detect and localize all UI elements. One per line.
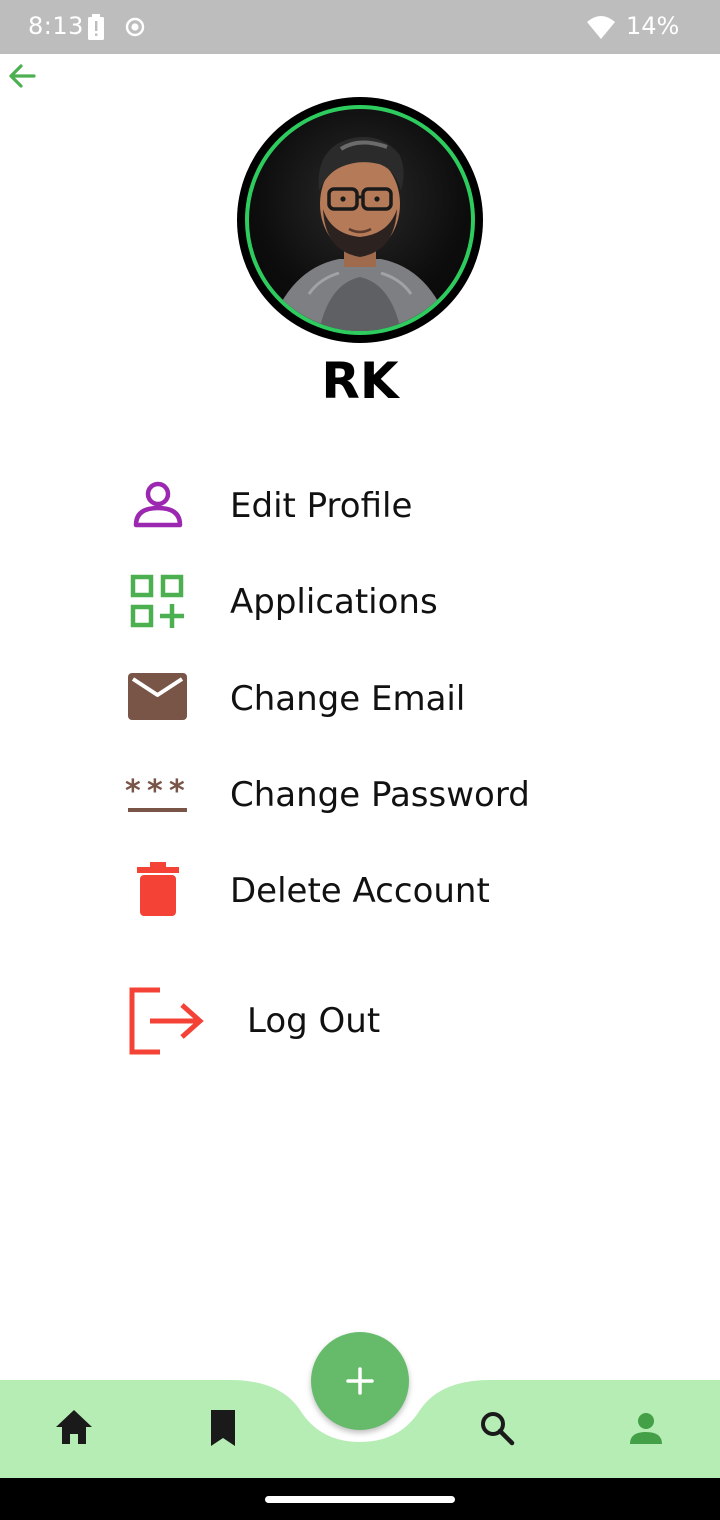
trash-icon xyxy=(137,862,179,916)
delete-account-item[interactable]: Delete Account xyxy=(120,853,600,925)
edit-profile-label: Edit Profile xyxy=(230,486,413,526)
search-icon[interactable] xyxy=(467,1398,527,1458)
person-outline-icon xyxy=(133,481,183,528)
change-password-label: Change Password xyxy=(230,775,530,815)
svg-text:*: * xyxy=(125,774,141,809)
arrow-back-icon[interactable] xyxy=(4,58,40,94)
change-email-item[interactable]: Change Email xyxy=(120,661,600,733)
svg-text:*: * xyxy=(169,774,185,809)
add-icon xyxy=(346,1367,374,1395)
wifi-icon xyxy=(587,16,615,39)
system-navigation-bar xyxy=(0,1478,720,1520)
mail-icon xyxy=(128,673,187,720)
password-icon: * * * xyxy=(125,774,187,812)
battery-level: 14% xyxy=(626,12,680,40)
change-password-item[interactable]: * * * Change Password xyxy=(120,757,600,829)
add-button[interactable] xyxy=(311,1332,409,1430)
logout-label: Log Out xyxy=(247,1001,381,1041)
home-indicator[interactable] xyxy=(265,1496,455,1503)
home-icon[interactable] xyxy=(44,1398,104,1458)
avatar-portrait-image xyxy=(269,136,451,331)
status-time: 8:13 xyxy=(28,12,84,40)
apps-add-icon xyxy=(130,574,184,628)
edit-profile-item[interactable]: Edit Profile xyxy=(120,468,600,540)
record-icon xyxy=(125,17,145,37)
battery-alert-icon xyxy=(88,14,104,40)
delete-account-label: Delete Account xyxy=(230,871,490,911)
person-icon[interactable] xyxy=(616,1398,676,1458)
applications-label: Applications xyxy=(230,582,438,622)
logout-item[interactable]: Log Out xyxy=(120,980,600,1060)
logout-icon xyxy=(129,987,204,1055)
profile-screen: 8:13 14% RK Edit Profile Applications Ch… xyxy=(0,0,720,1520)
svg-text:*: * xyxy=(147,774,163,809)
applications-item[interactable]: Applications xyxy=(120,564,600,636)
bookmark-icon[interactable] xyxy=(193,1398,253,1458)
status-bar: 8:13 14% xyxy=(0,0,720,54)
change-email-label: Change Email xyxy=(230,679,466,719)
user-name: RK xyxy=(321,352,399,410)
avatar[interactable] xyxy=(237,97,483,343)
avatar-photo xyxy=(245,105,475,335)
